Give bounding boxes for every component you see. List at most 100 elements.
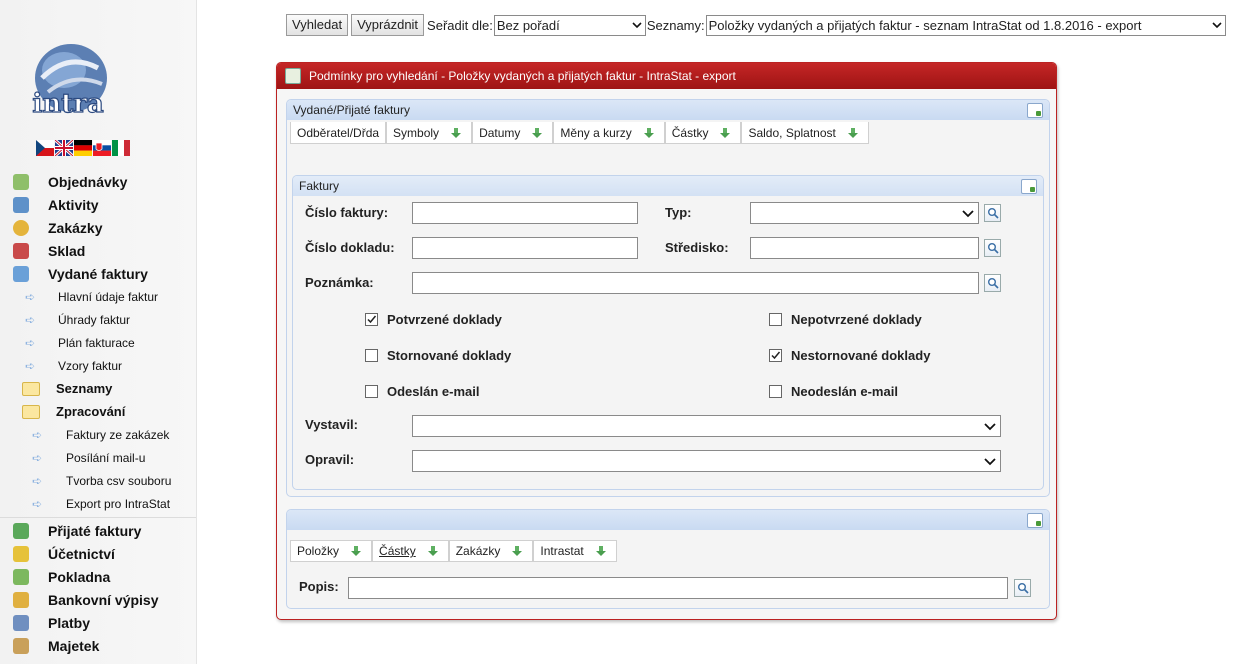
email-sent-checkbox[interactable]: Odeslán e-mail [365, 384, 479, 399]
tab-datumy[interactable]: Datumy [472, 122, 554, 144]
invoice-number-label: Číslo faktury: [305, 205, 389, 220]
sidebar-item-hlavni-udaje[interactable]: ➪ Hlavní údaje faktur [0, 285, 196, 308]
expand-arrow-icon [643, 127, 654, 138]
expand-section-icon[interactable] [1027, 513, 1043, 528]
clear-button[interactable]: Vyprázdnit [351, 14, 425, 36]
intra-logo[interactable]: intra [28, 42, 114, 120]
arrow-icon: ➪ [25, 289, 36, 304]
invoices-section-header: Vydané/Přijaté faktury [287, 100, 1049, 120]
faktury-subsection: Faktury Číslo faktury: Typ: Číslo doklad… [292, 175, 1044, 490]
lists-select[interactable]: Položky vydaných a přijatých faktur - se… [705, 14, 1226, 36]
tab-saldo-splatnost[interactable]: Saldo, Splatnost [741, 122, 869, 144]
sidebar-item-bankovni-vypisy[interactable]: Bankovní výpisy [0, 588, 196, 611]
sidebar-item-sklad[interactable]: Sklad [0, 239, 196, 262]
confirmed-documents-checkbox[interactable]: Potvrzené doklady [365, 312, 502, 327]
center-input[interactable] [750, 237, 979, 259]
items-section-header [287, 510, 1049, 530]
type-lookup-button[interactable] [984, 204, 1001, 222]
sidebar-item-platby[interactable]: Platby [0, 611, 196, 634]
sidebar-item-uhrady[interactable]: ➪ Úhrady faktur [0, 308, 196, 331]
sidebar-item-zakazky[interactable]: Zakázky [0, 216, 196, 239]
tab-meny-kurzy[interactable]: Měny a kurzy [553, 122, 665, 144]
edited-by-select[interactable] [412, 450, 1001, 472]
email-not-sent-checkbox[interactable]: Neodeslán e-mail [769, 384, 898, 399]
magnifier-icon [1018, 583, 1029, 594]
arrow-icon: ➪ [25, 335, 36, 350]
expand-arrow-icon [532, 127, 543, 138]
arrow-icon: ➪ [32, 450, 43, 465]
center-lookup-button[interactable] [984, 239, 1001, 257]
document-number-input[interactable] [412, 237, 638, 259]
items-tabs: Položky Částky Zakázky Intrastat [290, 540, 617, 562]
checkbox-checked [769, 349, 782, 362]
tab-symboly[interactable]: Symboly [386, 122, 473, 144]
tab-odberatel[interactable]: Odběratel/Dřda [290, 122, 387, 144]
sidebar-item-majetek[interactable]: Majetek [0, 634, 196, 657]
issued-invoices-icon [13, 265, 29, 282]
flag-de-icon[interactable] [74, 140, 92, 156]
sidebar-item-vzory-faktur[interactable]: ➪ Vzory faktur [0, 354, 196, 377]
tab-castky[interactable]: Částky [664, 122, 742, 144]
folder-icon [22, 381, 40, 396]
note-input[interactable] [412, 272, 979, 294]
sidebar: intra Objednávky Aktivity Zakázky Sklad … [0, 0, 197, 664]
sidebar-item-seznamy[interactable]: Seznamy [0, 377, 196, 400]
arrow-icon: ➪ [25, 312, 36, 327]
sidebar-item-aktivity[interactable]: Aktivity [0, 193, 196, 216]
cancelled-documents-checkbox[interactable]: Stornované doklady [365, 348, 511, 363]
issued-by-select[interactable] [412, 415, 1001, 437]
property-icon [13, 637, 29, 654]
checkbox-unchecked [769, 385, 782, 398]
invoices-section: Vydané/Přijaté faktury Odběratel/Dřda Sy… [286, 99, 1050, 497]
search-button[interactable]: Vyhledat [286, 14, 349, 36]
tab-polozky[interactable]: Položky [290, 540, 373, 562]
sidebar-nav: Objednávky Aktivity Zakázky Sklad Vydané… [0, 170, 196, 515]
sidebar-item-export-intrastat[interactable]: ➪ Export pro IntraStat [0, 492, 196, 515]
note-label: Poznámka: [305, 275, 374, 290]
activities-icon [13, 196, 29, 213]
tab-intrastat[interactable]: Intrastat [533, 540, 617, 562]
sidebar-item-ucetnictvi[interactable]: Účetnictví [0, 542, 196, 565]
arrow-icon: ➪ [32, 427, 43, 442]
not-cancelled-documents-checkbox[interactable]: Nestornované doklady [769, 348, 930, 363]
tab-zakazky[interactable]: Zakázky [448, 540, 534, 562]
description-input[interactable] [348, 577, 1008, 599]
checkbox-unchecked [769, 313, 782, 326]
arrow-icon: ➪ [32, 496, 43, 511]
sort-select[interactable]: Bez pořadí [493, 14, 646, 36]
sidebar-item-vydane-faktury[interactable]: Vydané faktury [0, 262, 196, 285]
sidebar-item-objednavky[interactable]: Objednávky [0, 170, 196, 193]
expand-arrow-icon [847, 127, 858, 138]
flag-it-icon[interactable] [112, 140, 130, 156]
expand-section-icon[interactable] [1027, 103, 1043, 118]
description-lookup-button[interactable] [1014, 579, 1031, 597]
invoice-number-input[interactable] [412, 202, 638, 224]
flag-sk-icon[interactable] [93, 140, 111, 156]
sidebar-item-plan-fakturace[interactable]: ➪ Plán fakturace [0, 331, 196, 354]
expand-arrow-icon [720, 127, 731, 138]
invoices-tabs: Odběratel/Dřda Symboly Datumy Měny a kur… [290, 122, 869, 144]
sidebar-item-tvorba-csv[interactable]: ➪ Tvorba csv souboru [0, 469, 196, 492]
sidebar-item-zpracovani[interactable]: Zpracování [0, 400, 196, 423]
accounting-icon [13, 545, 29, 562]
orders-icon [13, 173, 29, 190]
panel-title: Podmínky pro vyhledání - Položky vydanýc… [309, 69, 736, 83]
sidebar-item-faktury-ze-zakazek[interactable]: ➪ Faktury ze zakázek [0, 423, 196, 446]
sidebar-item-posilani-mailu[interactable]: ➪ Posílání mail-u [0, 446, 196, 469]
language-flags [36, 140, 130, 156]
flag-gb-icon[interactable] [55, 140, 73, 156]
description-label: Popis: [299, 579, 339, 594]
sort-label: Seřadit dle: [427, 17, 493, 33]
type-select[interactable] [750, 202, 979, 224]
sidebar-item-prijate-faktury[interactable]: Přijaté faktury [0, 519, 196, 542]
expand-arrow-icon [451, 127, 462, 138]
flag-cz-icon[interactable] [36, 140, 54, 156]
document-number-label: Číslo dokladu: [305, 240, 395, 255]
chevron-down-icon [632, 21, 642, 28]
sidebar-item-pokladna[interactable]: Pokladna [0, 565, 196, 588]
tab-castky-items[interactable]: Částky [372, 540, 449, 562]
unconfirmed-documents-checkbox[interactable]: Nepotvrzené doklady [769, 312, 922, 327]
checkbox-unchecked [365, 349, 378, 362]
expand-section-icon[interactable] [1021, 179, 1037, 194]
note-lookup-button[interactable] [984, 274, 1001, 292]
